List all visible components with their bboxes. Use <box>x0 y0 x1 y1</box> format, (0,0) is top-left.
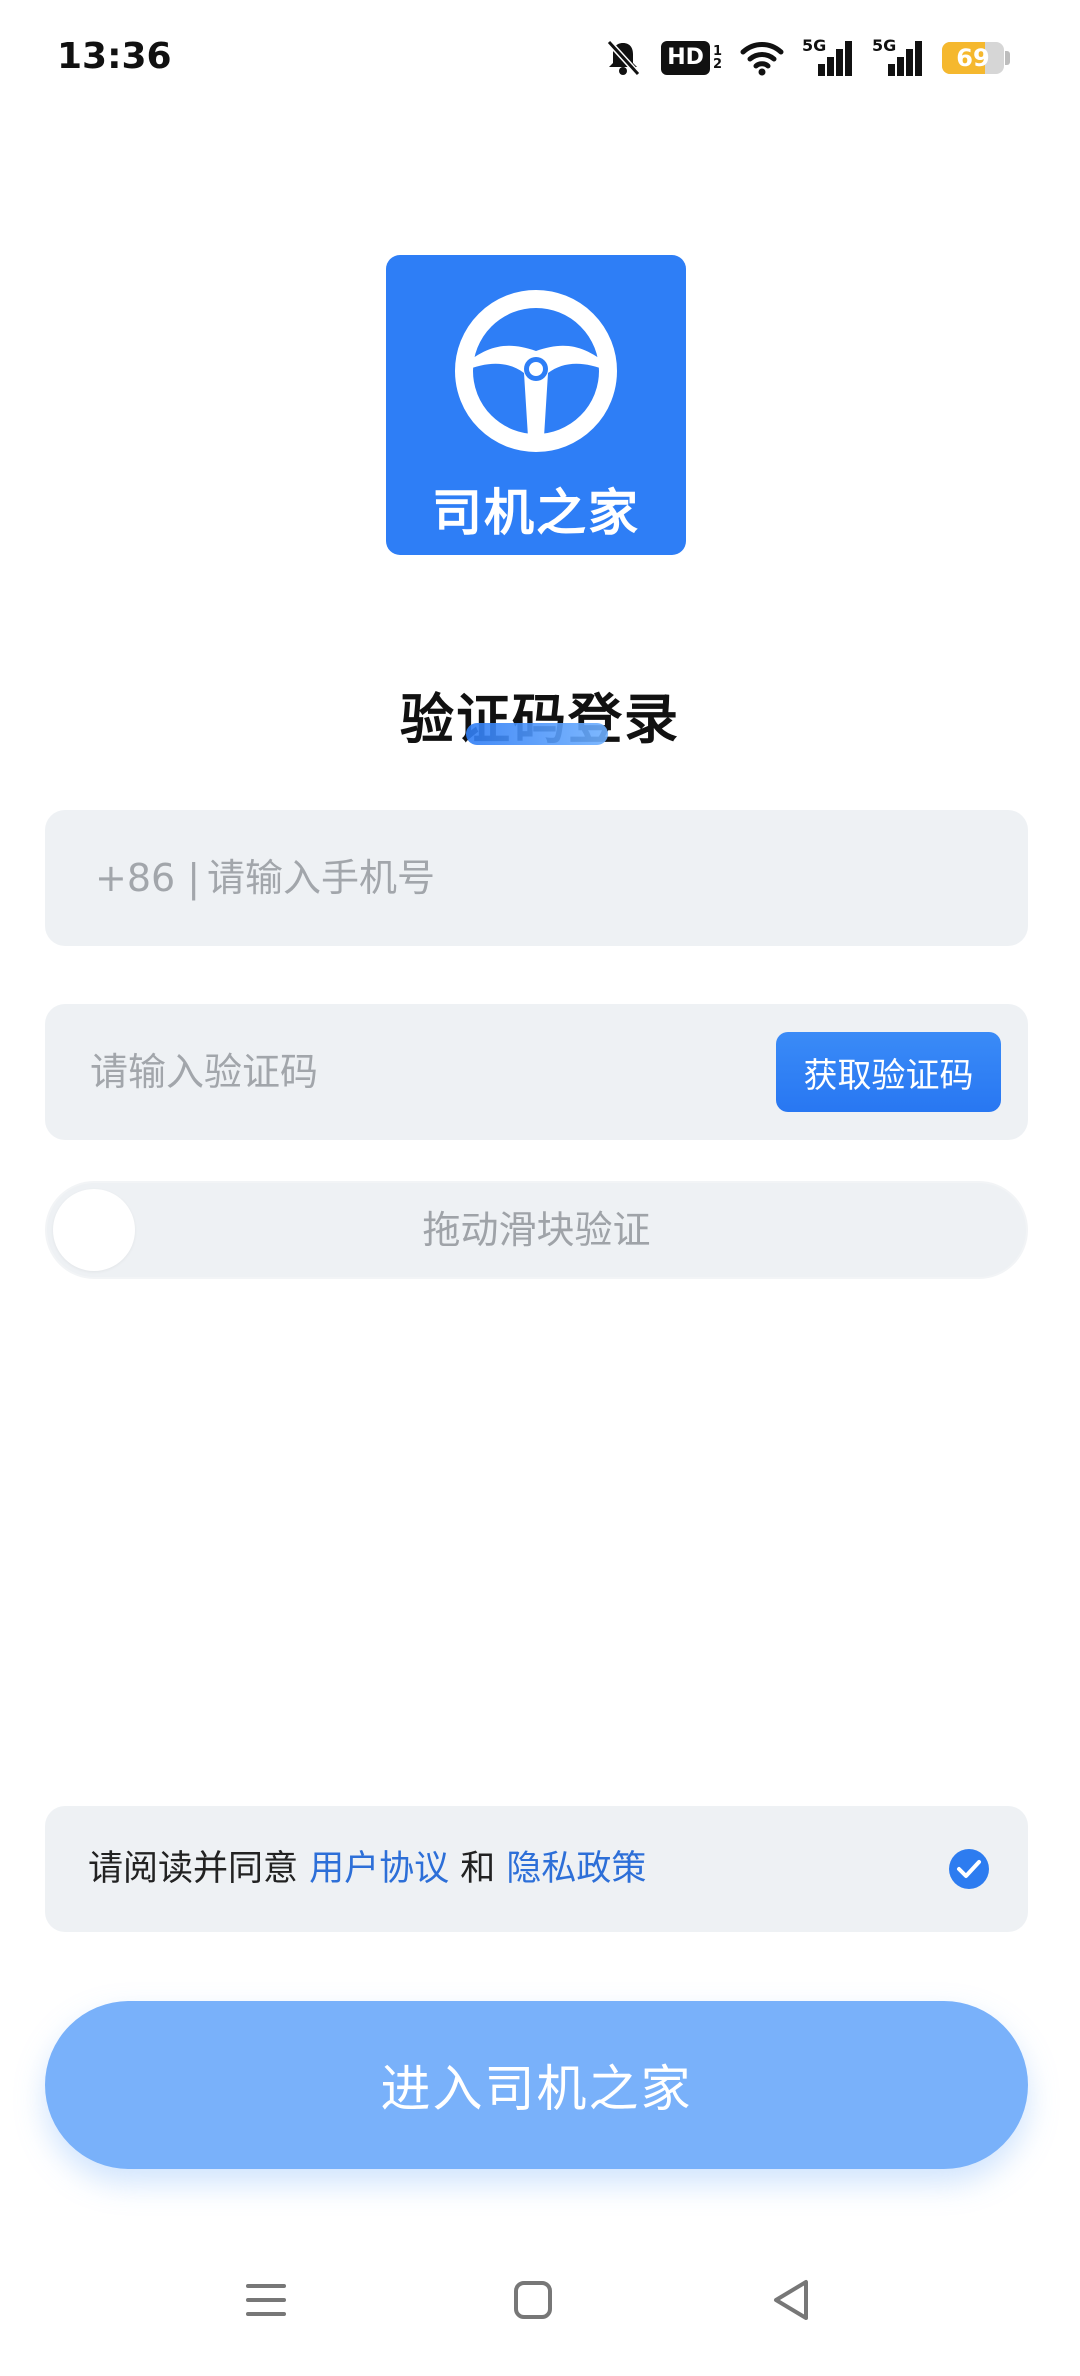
home-icon[interactable] <box>503 2270 563 2330</box>
logo-text: 司机之家 <box>432 484 640 542</box>
battery-icon: 69 <box>942 40 1010 76</box>
phone-input[interactable] <box>207 810 987 946</box>
slider-captcha: 拖动滑块验证 <box>45 1181 1028 1279</box>
title-underline <box>466 723 608 745</box>
signal-icon: 5G <box>802 36 854 78</box>
privacy-policy-link[interactable]: 隐私政策 <box>506 1849 646 1889</box>
agreement-box: 请阅读并同意 用户协议 和 隐私政策 <box>45 1806 1028 1932</box>
verification-code-input[interactable] <box>90 1004 750 1140</box>
battery-level: 69 <box>956 44 990 72</box>
app-logo: 司机之家 <box>386 255 686 555</box>
bell-muted-icon <box>603 38 643 78</box>
menu-icon[interactable] <box>236 2270 296 2330</box>
agree-checkbox[interactable] <box>948 1848 990 1890</box>
code-field: 获取验证码 <box>45 1004 1028 1140</box>
back-icon[interactable] <box>762 2270 822 2330</box>
country-code[interactable]: +86 | <box>95 810 200 946</box>
status-time: 13:36 <box>57 36 172 77</box>
user-agreement-link[interactable]: 用户协议 <box>309 1849 449 1889</box>
agreement-text: 请阅读并同意 用户协议 和 隐私政策 <box>88 1849 647 1889</box>
slider-label: 拖动滑块验证 <box>422 1208 651 1252</box>
hd-icon: HD 1 2 <box>661 41 722 75</box>
phone-field: +86 | <box>45 810 1028 946</box>
steering-wheel-icon <box>455 290 617 452</box>
signal-icon: 5G <box>872 36 924 78</box>
status-icons: HD 1 2 5G 5G 69 <box>603 34 1010 82</box>
status-bar: 13:36 HD 1 2 5G 5G 69 <box>0 0 1080 120</box>
get-code-button[interactable]: 获取验证码 <box>776 1032 1001 1112</box>
wifi-icon <box>740 40 784 76</box>
slider-handle[interactable] <box>53 1189 135 1271</box>
login-screen: 13:36 HD 1 2 5G 5G 69 司机之家 验证码登录 +86 | 请… <box>0 0 1080 2376</box>
enter-button[interactable]: 进入司机之家 <box>45 2001 1028 2169</box>
navigation-bar <box>0 2240 1080 2340</box>
